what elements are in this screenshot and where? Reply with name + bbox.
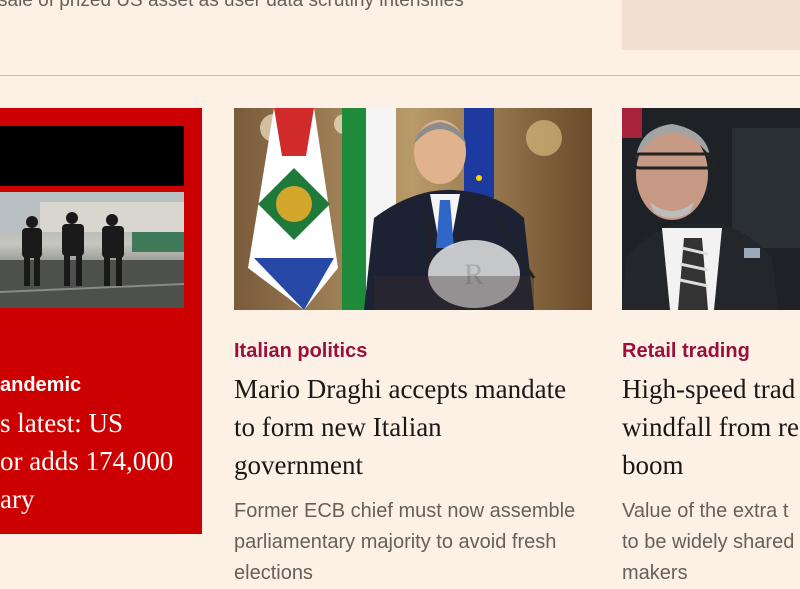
article-card-pandemic[interactable]: andemic s latest: US or adds 174,000 ary bbox=[0, 108, 202, 534]
article-kicker[interactable]: andemic bbox=[0, 374, 81, 397]
article-snippet[interactable]: sale of prized US asset as user data scr… bbox=[0, 0, 598, 12]
section-divider bbox=[0, 75, 800, 76]
article-standfirst: Former ECB chief must now assemble parli… bbox=[234, 500, 576, 584]
article-kicker[interactable]: Italian politics bbox=[234, 340, 367, 363]
article-card-retail-trading[interactable]: Retail trading High-speed trad windfall … bbox=[622, 108, 800, 584]
article-headline[interactable]: Mario Draghi accepts mandate to form new… bbox=[234, 370, 566, 484]
article-headline[interactable]: s latest: US or adds 174,000 ary bbox=[0, 404, 190, 518]
article-image-draghi[interactable]: R bbox=[234, 108, 592, 310]
video-banner bbox=[0, 126, 184, 186]
promo-box bbox=[622, 0, 800, 50]
article-card-draghi[interactable]: R Italian politics Mario Draghi accepts … bbox=[234, 108, 592, 584]
article-headline[interactable]: High-speed trad windfall from re boom bbox=[622, 370, 799, 484]
article-kicker[interactable]: Retail trading bbox=[622, 340, 750, 363]
article-standfirst: Value of the extra t to be widely shared… bbox=[622, 500, 795, 584]
article-image-man[interactable] bbox=[622, 108, 800, 310]
article-image-workers bbox=[0, 192, 184, 308]
